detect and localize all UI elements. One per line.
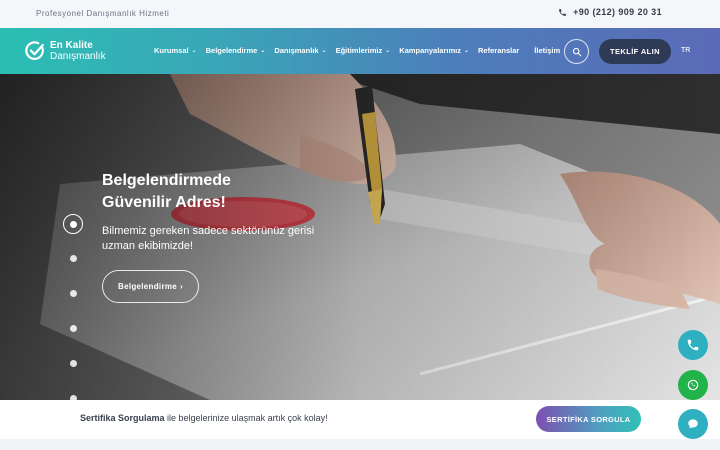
brand-line-1: En Kalite	[50, 40, 93, 51]
nav-label: Danışmanlık	[274, 46, 319, 55]
phone-icon	[687, 339, 699, 351]
hero-slider: Belgelendirmede Güvenilir Adres! Bilmemi…	[0, 74, 720, 400]
nav-item-kurumsal[interactable]: Kurumsal ⌄	[154, 46, 197, 55]
main-navbar: En Kalite Danışmanlık Kurumsal ⌄ Belgelen…	[0, 28, 720, 74]
nav-label: Kampanyalarımız	[399, 46, 461, 55]
nav-item-belgelendirme[interactable]: Belgelendirme ⌄	[206, 46, 266, 55]
nav-label: Kurumsal	[154, 46, 189, 55]
nav-item-referanslar[interactable]: Referanslar	[478, 46, 519, 55]
hero-cta-label: Belgelendirme	[118, 282, 178, 291]
hero-title: Belgelendirmede Güvenilir Adres!	[102, 172, 231, 211]
search-button[interactable]	[564, 39, 589, 64]
whatsapp-icon	[687, 379, 699, 391]
tagline: Profesyonel Danışmanlık Hizmeti	[36, 9, 170, 18]
chat-button[interactable]	[678, 409, 708, 439]
nav-item-danismanlik[interactable]: Danışmanlık ⌄	[274, 46, 326, 55]
hero-subtitle: Bilmemiz gereken sadece sektörünüz geris…	[102, 225, 315, 252]
nav-label: Belgelendirme	[205, 46, 258, 55]
slider-dot[interactable]	[69, 360, 77, 367]
top-phone[interactable]: +90 (212) 909 20 31	[558, 7, 662, 17]
certificate-query-text: Sertifika Sorgulama ile belgelerinize ul…	[80, 413, 328, 423]
certificate-query-bold: Sertifika Sorgulama	[80, 413, 165, 423]
slider-dot[interactable]	[69, 290, 77, 297]
phone-icon	[559, 8, 566, 16]
nav-label: Referanslar	[478, 46, 520, 55]
search-icon	[572, 47, 581, 56]
chevron-right-icon: ›	[180, 282, 183, 291]
hero-cta-button[interactable]: Belgelendirme ›	[102, 270, 199, 303]
logo-check-icon	[25, 41, 44, 60]
nav-item-egitimlerimiz[interactable]: Eğitimlerimiz ⌄	[336, 46, 391, 55]
chevron-down-icon: ⌄	[463, 48, 470, 54]
language-selector[interactable]: TR	[681, 47, 690, 54]
top-bar: Profesyonel Danışmanlık Hizmeti +90 (212…	[0, 0, 720, 28]
get-offer-button[interactable]: TEKLİF ALIN	[599, 39, 671, 64]
slider-dot[interactable]	[69, 325, 77, 332]
whatsapp-button[interactable]	[678, 370, 708, 400]
phone-number: +90 (212) 909 20 31	[573, 7, 662, 17]
bottom-strip	[0, 439, 720, 450]
certificate-query-button[interactable]: SERTİFİKA SORGULA	[536, 406, 641, 432]
slider-dot[interactable]	[69, 255, 77, 262]
nav-label: İletişim	[534, 46, 561, 55]
nav-item-kampanyalarimiz[interactable]: Kampanyalarımız ⌄	[399, 46, 469, 55]
main-menu: Kurumsal ⌄ Belgelendirme ⌄ Danışmanlık ⌄ Eğ…	[154, 46, 569, 55]
chat-icon	[688, 419, 698, 429]
chevron-down-icon: ⌄	[260, 48, 266, 54]
nav-item-iletisim[interactable]: İletişim	[534, 46, 560, 55]
nav-label: Eğitimlerimiz	[335, 46, 383, 55]
chevron-down-icon: ⌄	[191, 48, 197, 54]
chevron-down-icon: ⌄	[385, 48, 391, 54]
brand-line-2: Danışmanlık	[50, 51, 106, 62]
certificate-query-rest: ile belgelerinize ulaşmak artık çok kola…	[164, 413, 328, 423]
call-button[interactable]	[678, 330, 708, 360]
chevron-down-icon: ⌄	[321, 48, 327, 54]
slider-dot-active[interactable]	[63, 214, 83, 234]
logo[interactable]: En Kalite Danışmanlık	[24, 40, 106, 62]
